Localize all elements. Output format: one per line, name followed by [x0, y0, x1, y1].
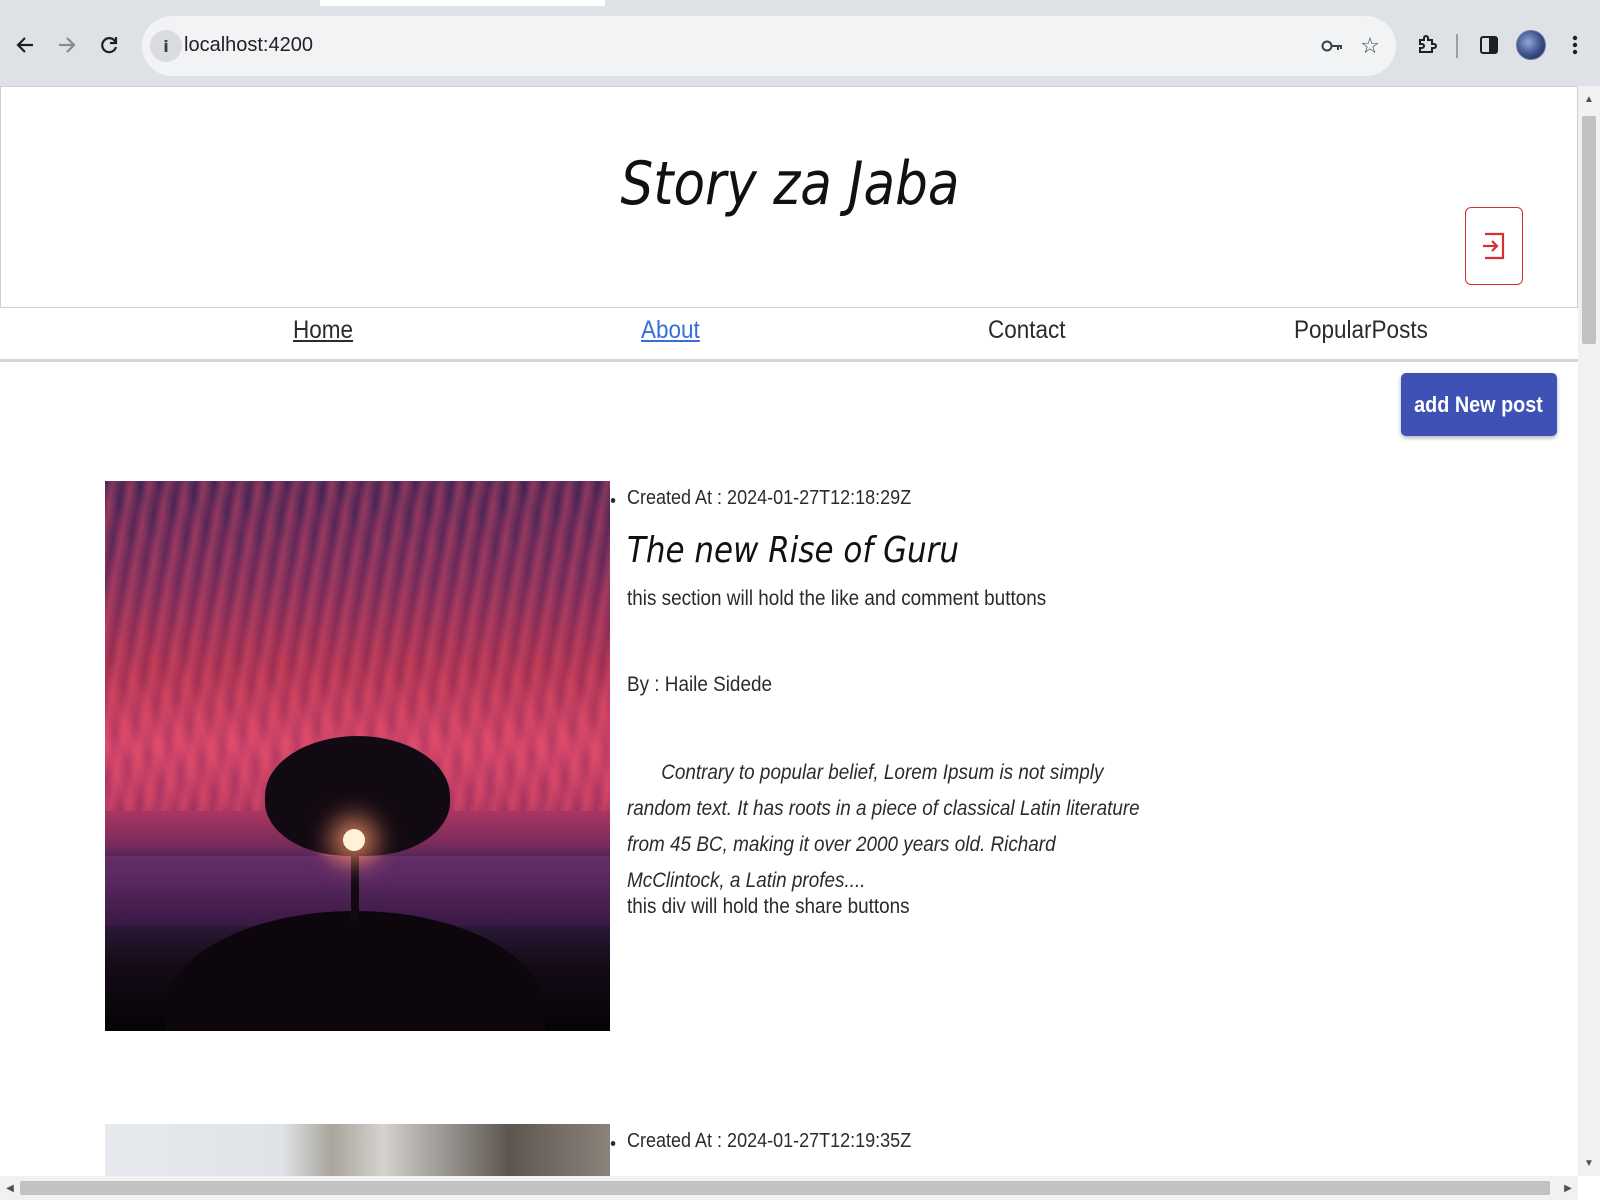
post-image[interactable]	[105, 1124, 610, 1176]
scroll-down-icon[interactable]: ▼	[1578, 1152, 1600, 1174]
post-excerpt: Contrary to popular belief, Lorem Ipsum …	[627, 755, 1140, 899]
site-title: Story za Jaba	[111, 149, 1468, 219]
post-created-at: Created At : 2024-01-27T12:19:35Z	[627, 1130, 1131, 1153]
post-author: By : Haile Sidede	[627, 673, 1131, 697]
login-button[interactable]	[1465, 207, 1523, 285]
page-viewport: Story za Jaba Home About Contact Popular…	[0, 86, 1578, 1176]
horizontal-scrollbar[interactable]: ◀ ▶	[0, 1176, 1578, 1200]
horizontal-scroll-thumb[interactable]	[20, 1181, 1550, 1195]
vertical-scroll-thumb[interactable]	[1582, 116, 1596, 344]
reload-icon[interactable]	[92, 28, 126, 62]
scroll-right-icon[interactable]: ▶	[1558, 1176, 1578, 1200]
vertical-scrollbar[interactable]: ▲ ▼	[1578, 86, 1600, 1176]
post-created-at: Created At : 2024-01-27T12:18:29Z	[627, 487, 1131, 510]
nav-contact[interactable]: Contact	[988, 316, 1066, 345]
post-card: Created At : 2024-01-27T12:19:35Z	[105, 1124, 1205, 1176]
post-image[interactable]	[105, 481, 610, 1031]
star-icon[interactable]: ☆	[1356, 32, 1384, 60]
kebab-menu-icon[interactable]	[1558, 28, 1592, 62]
post-share-section: this div will hold the share buttons	[627, 895, 1131, 919]
site-header: Story za Jaba	[0, 86, 1578, 308]
post-meta: Created At : 2024-01-27T12:19:35Z	[627, 1124, 1187, 1153]
main-nav: Home About Contact PopularPosts	[0, 308, 1578, 362]
key-icon[interactable]	[1318, 32, 1346, 60]
nav-popular-posts[interactable]: PopularPosts	[1294, 316, 1428, 345]
profile-avatar[interactable]	[1516, 30, 1546, 60]
post-like-comment-section: this section will hold the like and comm…	[627, 587, 1131, 611]
toolbar-separator	[1456, 34, 1458, 58]
info-icon[interactable]: i	[150, 30, 182, 62]
url-text[interactable]: localhost:4200	[184, 34, 313, 57]
browser-chrome: i localhost:4200 ☆	[0, 0, 1600, 86]
login-icon	[1481, 231, 1507, 261]
image-hill	[165, 911, 545, 1031]
back-arrow-icon[interactable]	[8, 28, 42, 62]
side-panel-icon[interactable]	[1472, 28, 1506, 62]
post-title[interactable]: The new Rise of Guru	[627, 530, 1109, 571]
post-meta: Created At : 2024-01-27T12:18:29Z The ne…	[627, 481, 1187, 919]
image-sun	[343, 829, 365, 851]
address-bar[interactable]: i localhost:4200 ☆	[142, 16, 1396, 76]
nav-home[interactable]: Home	[293, 316, 353, 345]
forward-arrow-icon[interactable]	[50, 28, 84, 62]
scroll-up-icon[interactable]: ▲	[1578, 88, 1600, 110]
scroll-left-icon[interactable]: ◀	[0, 1176, 20, 1200]
post-card: Created At : 2024-01-27T12:18:29Z The ne…	[105, 481, 1205, 1041]
puzzle-icon[interactable]	[1410, 28, 1444, 62]
add-new-post-label: add New post	[1415, 392, 1544, 418]
nav-about[interactable]: About	[641, 316, 700, 345]
browser-toolbar: i localhost:4200 ☆	[0, 6, 1600, 86]
add-new-post-button[interactable]: add New post	[1401, 373, 1557, 436]
